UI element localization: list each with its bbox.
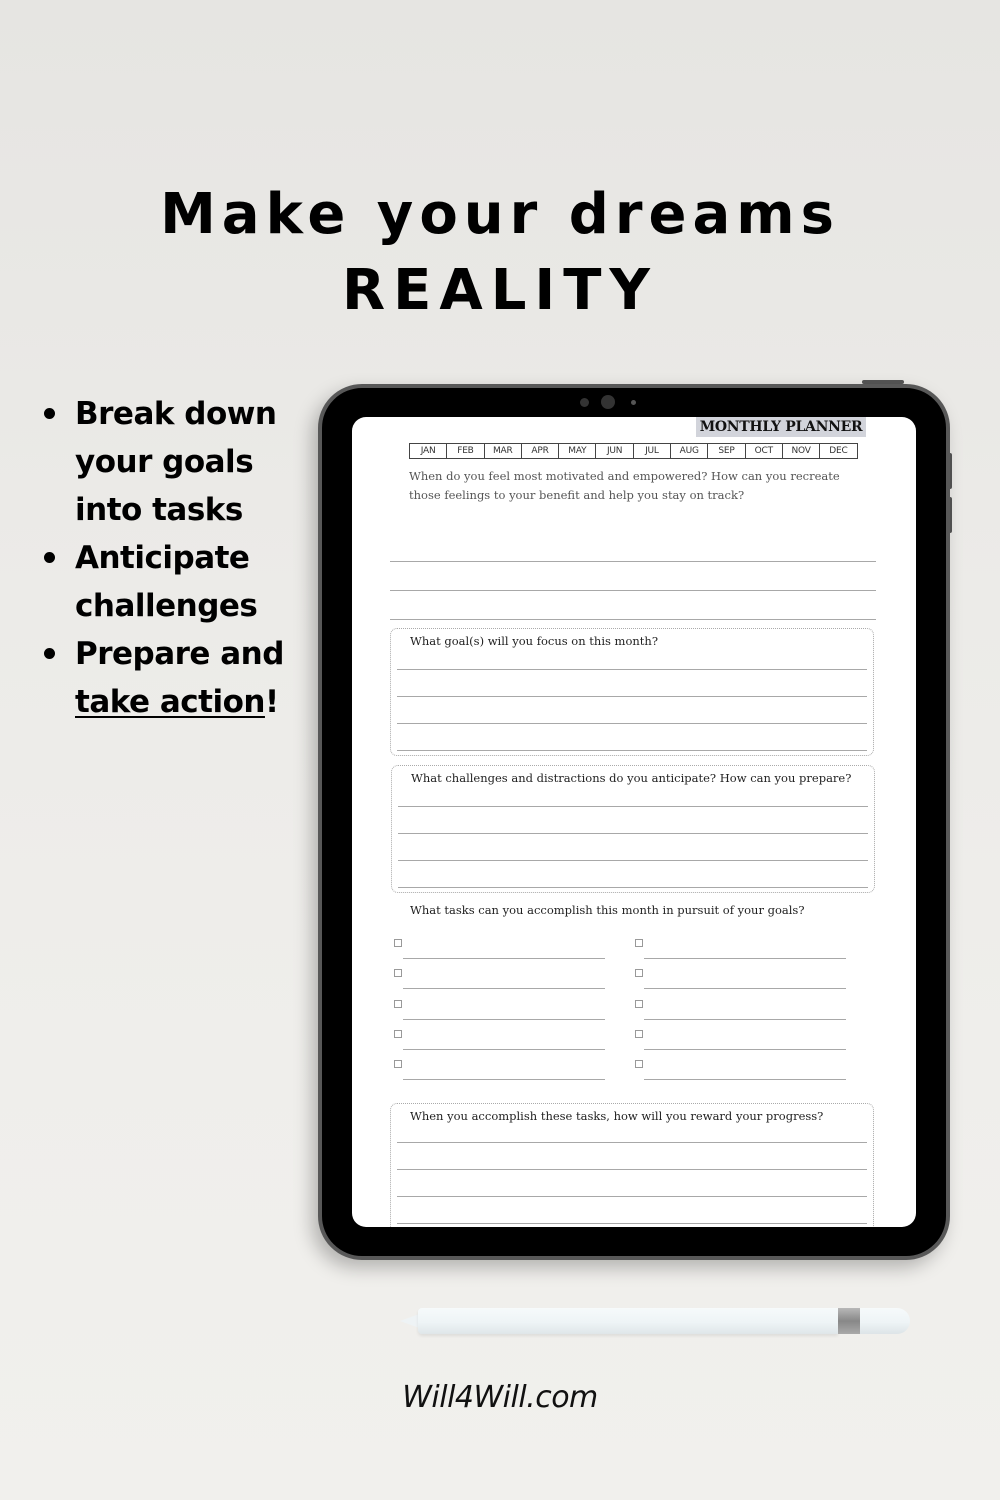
task-checkbox[interactable] (635, 999, 643, 1008)
tablet-sensor-icon (580, 398, 589, 407)
challenges-writing-line[interactable] (398, 806, 868, 807)
feature-text: challenges (75, 588, 258, 624)
brand-website: Will4Will.com (402, 1380, 598, 1415)
challenges-writing-line[interactable] (398, 887, 868, 888)
task-checkbox[interactable] (635, 1029, 643, 1038)
challenges-prompt: What challenges and distractions do you … (411, 771, 852, 785)
reward-writing-line[interactable] (397, 1196, 867, 1197)
month-tab[interactable]: SEP (708, 444, 746, 458)
task-writing-line[interactable] (403, 1018, 605, 1020)
task-writing-line[interactable] (644, 1018, 846, 1020)
goals-writing-line[interactable] (397, 669, 867, 670)
task-writing-line[interactable] (644, 958, 846, 959)
feature-text: Break down (75, 396, 277, 432)
stylus-band (838, 1308, 860, 1334)
task-writing-line[interactable] (644, 1079, 846, 1081)
motivation-writing-line[interactable] (390, 590, 876, 591)
stylus-pencil (400, 1307, 912, 1335)
stylus-cap (860, 1308, 910, 1334)
task-checkbox[interactable] (635, 1060, 643, 1069)
task-writing-line[interactable] (403, 1079, 605, 1081)
feature-text: into tasks (75, 492, 243, 528)
task-checkbox[interactable] (394, 969, 402, 978)
goals-writing-line[interactable] (397, 723, 867, 724)
month-tab[interactable]: MAR (485, 444, 522, 458)
month-tab[interactable]: NOV (783, 444, 821, 458)
headline-line-2: REALITY (342, 258, 658, 323)
tasks-prompt: What tasks can you accomplish this month… (410, 903, 805, 917)
feature-text: Prepare and (75, 636, 284, 672)
task-writing-line[interactable] (644, 988, 846, 990)
reward-prompt: When you accomplish these tasks, how wil… (410, 1109, 824, 1123)
bullet-dot-icon (44, 648, 55, 659)
month-tab[interactable]: JUN (596, 444, 634, 458)
task-writing-line[interactable] (403, 988, 605, 990)
stylus-body (418, 1308, 838, 1334)
feature-item: Prepare and take action! (40, 630, 310, 726)
planner-title: MONTHLY PLANNER (696, 417, 866, 437)
feature-text-suffix: ! (264, 684, 279, 720)
task-checkbox[interactable] (635, 969, 643, 978)
feature-list: Break down your goals into tasks Anticip… (40, 390, 310, 726)
month-tab[interactable]: JUL (634, 444, 672, 458)
month-selector: JAN FEB MAR APR MAY JUN JUL AUG SEP OCT … (409, 443, 858, 459)
task-checkbox[interactable] (394, 999, 402, 1008)
tablet-flash-icon (631, 400, 636, 405)
feature-item: Break down your goals into tasks (40, 390, 310, 534)
month-tab[interactable]: FEB (447, 444, 485, 458)
month-tab[interactable]: OCT (746, 444, 783, 458)
tablet-camera-icon (601, 395, 615, 409)
feature-item: Anticipate challenges (40, 534, 310, 630)
challenges-writing-line[interactable] (398, 860, 868, 861)
task-writing-line[interactable] (403, 1048, 605, 1050)
motivation-prompt: When do you feel most motivated and empo… (409, 469, 840, 502)
feature-text-underlined: take action (75, 684, 265, 720)
reward-section: When you accomplish these tasks, how wil… (390, 1103, 874, 1227)
reward-writing-line[interactable] (397, 1223, 867, 1224)
month-tab[interactable]: DEC (820, 444, 856, 458)
headline-line-1: Make your dreams (160, 182, 840, 247)
task-writing-line[interactable] (644, 1048, 846, 1050)
task-checkbox[interactable] (394, 939, 402, 947)
goals-section: What goal(s) will you focus on this mont… (390, 628, 874, 756)
month-tab[interactable]: MAY (559, 444, 597, 458)
bullet-dot-icon (44, 552, 55, 563)
goals-writing-line[interactable] (397, 750, 867, 751)
challenges-section: What challenges and distractions do you … (391, 765, 875, 893)
motivation-writing-line[interactable] (390, 619, 876, 620)
task-checkbox[interactable] (394, 1060, 402, 1069)
goals-prompt: What goal(s) will you focus on this mont… (410, 634, 658, 648)
feature-text: your goals (75, 444, 254, 480)
task-checkbox[interactable] (635, 939, 643, 947)
motivation-writing-line[interactable] (390, 561, 876, 562)
goals-writing-line[interactable] (397, 696, 867, 697)
tablet-screen: MONTHLY PLANNER JAN FEB MAR APR MAY JUN … (352, 417, 916, 1227)
feature-text: Anticipate (75, 540, 250, 576)
task-writing-line[interactable] (403, 958, 605, 959)
challenges-writing-line[interactable] (398, 833, 868, 834)
reward-writing-line[interactable] (397, 1142, 867, 1143)
task-checkbox[interactable] (394, 1029, 402, 1038)
reward-writing-line[interactable] (397, 1169, 867, 1170)
month-tab[interactable]: AUG (671, 444, 709, 458)
month-tab[interactable]: APR (522, 444, 560, 458)
bullet-dot-icon (44, 408, 55, 419)
month-tab[interactable]: JAN (410, 444, 448, 458)
